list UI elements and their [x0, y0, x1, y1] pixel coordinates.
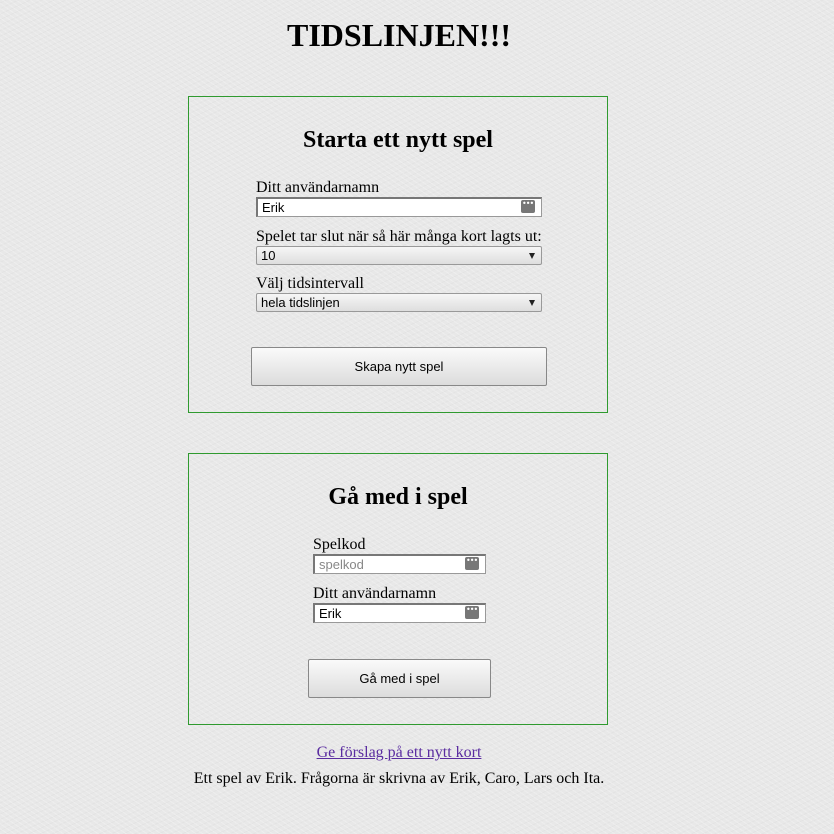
dots-icon[interactable]	[465, 554, 479, 570]
join-username-value: Erik	[319, 606, 342, 621]
credits-text: Ett spel av Erik. Frågorna är skrivna av…	[193, 770, 605, 787]
game-code-placeholder: spelkod	[319, 557, 364, 572]
chevron-down-icon	[529, 300, 535, 306]
game-code-input[interactable]: spelkod	[313, 554, 486, 574]
create-username-input[interactable]: Erik	[256, 197, 542, 217]
chevron-down-icon	[529, 253, 535, 259]
join-game-button[interactable]: Gå med i spel	[308, 659, 491, 698]
interval-selected: hela tidslinjen	[261, 295, 340, 310]
page-title: TIDSLINJEN!!!	[286, 17, 512, 53]
join-username-label: Ditt användarnamn	[313, 585, 437, 602]
join-username-input[interactable]: Erik	[313, 603, 486, 623]
game-code-label: Spelkod	[313, 536, 366, 553]
create-username-label: Ditt användarnamn	[256, 179, 380, 196]
interval-label: Välj tidsintervall	[256, 275, 364, 292]
join-game-heading: Gå med i spel	[328, 484, 468, 510]
create-game-panel: Starta ett nytt spel Ditt användarnamn E…	[188, 96, 608, 413]
cards-count-select[interactable]: 10	[256, 246, 542, 265]
suggest-card-link[interactable]: Ge förslag på ett nytt kort	[0, 744, 798, 762]
dots-icon[interactable]	[465, 603, 479, 619]
cards-count-selected: 10	[261, 248, 276, 263]
cards-count-label: Spelet tar slut när så här många kort la…	[256, 228, 542, 245]
interval-select[interactable]: hela tidslinjen	[256, 293, 542, 312]
join-game-panel: Gå med i spel Spelkod spelkod Ditt använ…	[188, 453, 608, 725]
dots-icon[interactable]	[521, 197, 535, 213]
create-game-heading: Starta ett nytt spel	[303, 127, 493, 153]
create-game-button[interactable]: Skapa nytt spel	[251, 347, 547, 386]
create-username-value: Erik	[262, 200, 285, 215]
